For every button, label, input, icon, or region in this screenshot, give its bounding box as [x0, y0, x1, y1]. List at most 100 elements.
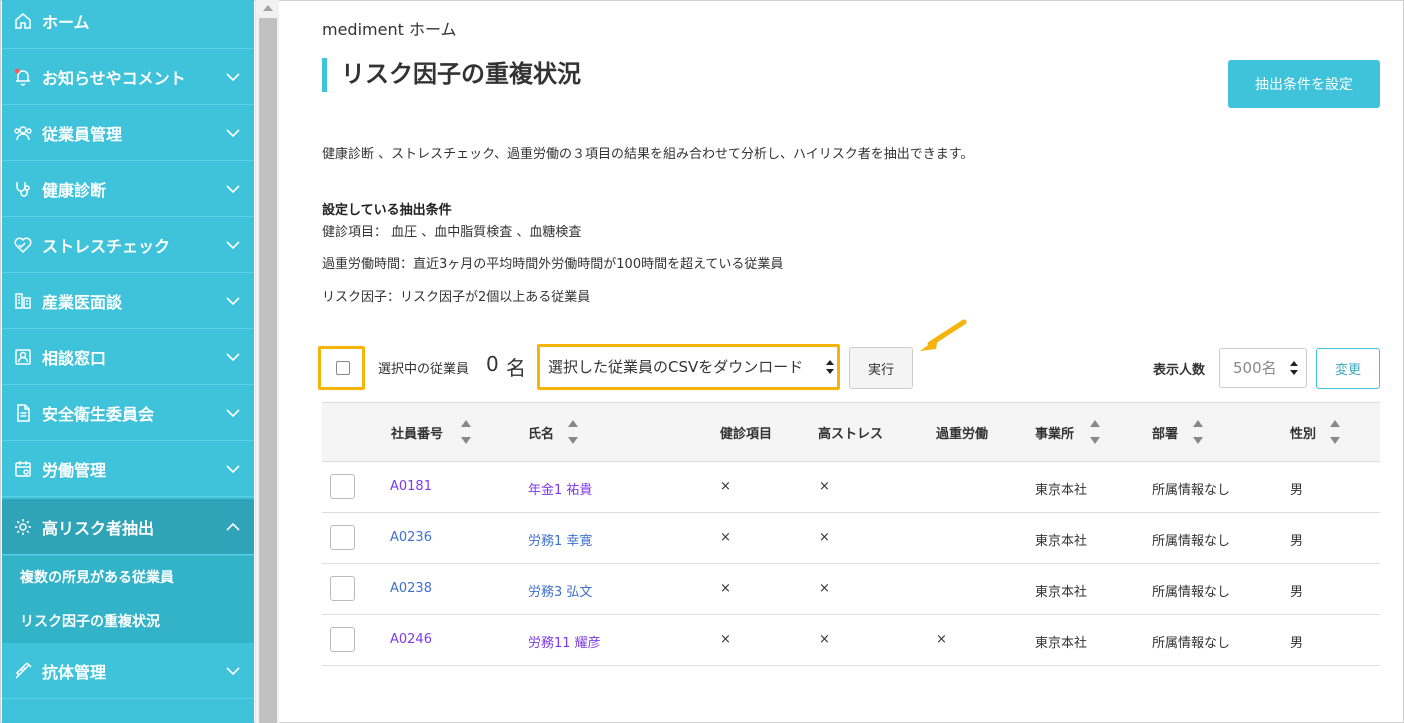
- employee-id-link[interactable]: A0236: [390, 530, 432, 545]
- scrollbar-thumb[interactable]: [259, 18, 277, 723]
- row-checkbox[interactable]: [330, 474, 355, 499]
- page-title: リスク因子の重複状況: [322, 58, 581, 92]
- display-count-label: 表示人数: [1153, 363, 1206, 378]
- sidebar-subitem-risk-factor-overlap[interactable]: リスク因子の重複状況: [20, 611, 160, 631]
- sidebar-item-employees[interactable]: 従業員管理: [2, 105, 254, 161]
- chevron-down-icon: [226, 240, 240, 249]
- row-checkbox[interactable]: [330, 525, 355, 550]
- person-card-icon: [12, 346, 34, 368]
- column-office[interactable]: 事業所: [1035, 423, 1074, 442]
- row-checkbox[interactable]: [330, 627, 355, 652]
- annotation-arrow-icon: [920, 319, 967, 351]
- sex-cell: 男: [1290, 483, 1304, 498]
- sort-icon[interactable]: [1330, 418, 1340, 446]
- sidebar-item-home[interactable]: ホーム: [2, 0, 254, 49]
- sort-icon[interactable]: [568, 418, 578, 446]
- sidebar-item-antibody[interactable]: 抗体管理: [2, 643, 254, 699]
- sort-icon[interactable]: [1090, 418, 1100, 446]
- row-checkbox[interactable]: [330, 576, 355, 601]
- column-department[interactable]: 部署: [1152, 423, 1178, 442]
- department-cell: 所属情報なし: [1152, 534, 1231, 549]
- high-stress-cell: ×: [819, 479, 830, 494]
- office-cell: 東京本社: [1035, 483, 1088, 498]
- sidebar-item-label: 相談窓口: [42, 348, 107, 368]
- employee-id-link[interactable]: A0181: [390, 479, 432, 494]
- execute-button[interactable]: 実行: [849, 347, 913, 389]
- change-button[interactable]: 変更: [1316, 348, 1380, 389]
- employee-name-link[interactable]: 労務3 弘文: [528, 581, 592, 600]
- display-count-select[interactable]: 500名: [1219, 348, 1307, 388]
- sidebar-scrollbar[interactable]: [255, 0, 279, 723]
- employee-id-link[interactable]: A0246: [390, 632, 432, 647]
- health-items-cell: ×: [720, 632, 731, 647]
- sidebar-item-high-risk-extraction[interactable]: 高リスク者抽出: [2, 499, 254, 555]
- sidebar-item-consultation[interactable]: 相談窓口: [2, 329, 254, 385]
- employee-name-link[interactable]: 年金1 祐貴: [528, 479, 592, 498]
- sidebar-item-label: ストレスチェック: [42, 236, 171, 256]
- high-stress-cell: ×: [819, 632, 830, 647]
- table-row: A0238 労務3 弘文 × × 東京本社 所属情報なし 男: [322, 564, 1380, 615]
- selected-unit: 名: [506, 356, 526, 380]
- health-items-cell: ×: [720, 530, 731, 545]
- sidebar-item-label: 抗体管理: [42, 662, 107, 682]
- sidebar-item-safety-committee[interactable]: 安全衛生委員会: [2, 385, 254, 441]
- heart-icon: [12, 234, 34, 256]
- condition-risk-factor: リスク因子：リスク因子が2個以上ある従業員: [322, 290, 591, 305]
- chevron-down-icon: [226, 666, 240, 675]
- sidebar-submenu: 複数の所見がある従業員 リスク因子の重複状況: [2, 556, 254, 643]
- sort-icon[interactable]: [1193, 418, 1203, 446]
- sidebar-item-label: 健康診断: [42, 180, 107, 200]
- building-icon: [12, 290, 34, 312]
- users-icon: [12, 122, 34, 144]
- select-all-checkbox[interactable]: [336, 361, 350, 375]
- sex-cell: 男: [1290, 585, 1304, 600]
- document-icon: [12, 402, 34, 424]
- sidebar-item-doctor-interview[interactable]: 産業医面談: [2, 273, 254, 329]
- sidebar-item-health-checkup[interactable]: 健康診断: [2, 161, 254, 217]
- breadcrumb[interactable]: mediment ホーム: [322, 16, 456, 40]
- department-cell: 所属情報なし: [1152, 585, 1231, 600]
- bulk-action-select[interactable]: 選択した従業員のCSVをダウンロード: [542, 348, 836, 386]
- page-description: 健康診断 、ストレスチェック、過重労働の３項目の結果を組み合わせて分析し、ハイリ…: [322, 147, 974, 162]
- office-cell: 東京本社: [1035, 636, 1088, 651]
- sort-icon[interactable]: [461, 418, 471, 446]
- office-cell: 東京本社: [1035, 585, 1088, 600]
- table-row: A0181 年金1 祐貴 × × 東京本社 所属情報なし 男: [322, 462, 1380, 513]
- employee-name-link[interactable]: 労務11 耀彦: [528, 632, 601, 651]
- office-cell: 東京本社: [1035, 534, 1088, 549]
- high-stress-cell: ×: [819, 530, 830, 545]
- sidebar-item-label: 高リスク者抽出: [42, 518, 155, 538]
- gear-icon: [12, 516, 34, 538]
- column-overwork: 過重労働: [936, 427, 989, 442]
- column-employee-id[interactable]: 社員番号: [391, 423, 443, 442]
- sidebar-item-notices[interactable]: お知らせやコメント: [2, 49, 254, 105]
- high-stress-cell: ×: [819, 581, 830, 596]
- sidebar: ホーム お知らせやコメント 従業員管理 健康診断 ストレスチェック 産業医面談 …: [2, 0, 254, 723]
- sidebar-subitem-multiple-findings[interactable]: 複数の所見がある従業員: [20, 567, 174, 587]
- health-items-cell: ×: [720, 479, 731, 494]
- chevron-down-icon: [226, 464, 240, 473]
- health-items-cell: ×: [720, 581, 731, 596]
- sidebar-item-stress-check[interactable]: ストレスチェック: [2, 217, 254, 273]
- overwork-cell: ×: [936, 632, 947, 647]
- department-cell: 所属情報なし: [1152, 636, 1231, 651]
- calendar-icon: [12, 458, 34, 480]
- set-conditions-button[interactable]: 抽出条件を設定: [1228, 60, 1380, 108]
- conditions-title: 設定している抽出条件: [322, 203, 452, 218]
- sidebar-item-label: お知らせやコメント: [42, 68, 186, 88]
- chevron-down-icon: [226, 72, 240, 81]
- chevron-up-icon: [226, 522, 240, 531]
- sidebar-item-label: 産業医面談: [42, 292, 123, 312]
- selected-count: 0: [486, 352, 499, 376]
- employee-name-link[interactable]: 労務1 幸寛: [528, 530, 592, 549]
- sidebar-item-label: 安全衛生委員会: [42, 404, 155, 424]
- employee-id-link[interactable]: A0238: [390, 581, 432, 596]
- sex-cell: 男: [1290, 534, 1304, 549]
- department-cell: 所属情報なし: [1152, 483, 1231, 498]
- stethoscope-icon: [12, 178, 34, 200]
- sex-cell: 男: [1290, 636, 1304, 651]
- sidebar-item-labor-management[interactable]: 労働管理: [2, 441, 254, 497]
- column-name[interactable]: 氏名: [528, 423, 554, 442]
- column-sex[interactable]: 性別: [1290, 423, 1316, 442]
- scroll-up-arrow-icon[interactable]: [263, 5, 273, 11]
